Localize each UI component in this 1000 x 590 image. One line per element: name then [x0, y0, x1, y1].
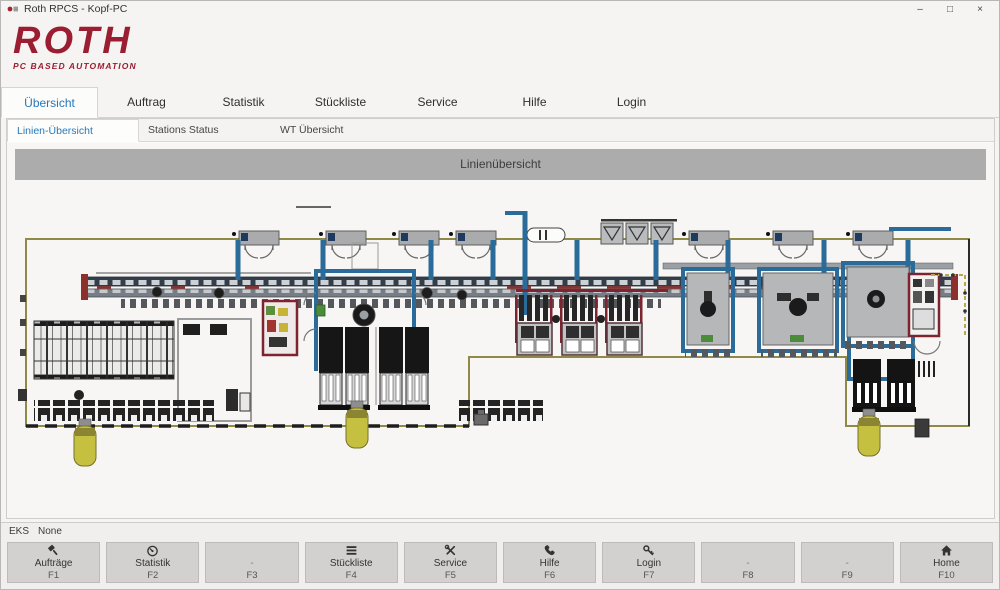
tab-service[interactable]: Service: [389, 88, 486, 117]
auftraege-button[interactable]: Aufträge F1: [7, 542, 100, 583]
list-icon: [345, 544, 358, 557]
function-key-bar: Aufträge F1 Statistik F2 - F3 Stückliste…: [1, 539, 999, 589]
content-panel: Linien-Übersicht (Grafisch) Stations Sta…: [6, 118, 995, 519]
home-icon: [940, 544, 953, 557]
subtab-wt-uebersicht[interactable]: WT Übersicht: [271, 119, 403, 141]
f3-button[interactable]: - F3: [205, 542, 298, 583]
tab-hilfe[interactable]: Hilfe: [486, 88, 583, 117]
title-bar: Roth RPCS - Kopf-PC – □ ×: [1, 1, 999, 17]
tab-login[interactable]: Login: [583, 88, 680, 117]
status-bar: EKS None: [1, 522, 999, 539]
app-window: Roth RPCS - Kopf-PC – □ × ROTH PC BASED …: [0, 0, 1000, 590]
stueckliste-button[interactable]: Stückliste F4: [305, 542, 398, 583]
tab-uebersicht[interactable]: Übersicht: [1, 87, 98, 118]
press-machines: [304, 293, 430, 410]
right-cells: [685, 267, 911, 357]
chute-row: [601, 219, 677, 244]
logo-tagline: PC BASED AUTOMATION: [13, 61, 137, 71]
tab-statistik[interactable]: Statistik: [195, 88, 292, 117]
minimize-icon[interactable]: –: [905, 1, 935, 17]
roth-logo: ROTH PC BASED AUTOMATION: [13, 21, 137, 71]
tools-icon: [444, 544, 457, 557]
phone-icon: [543, 544, 556, 557]
key-icon: [642, 544, 655, 557]
plan-area: Linienübersicht: [7, 143, 994, 518]
logo-text: ROTH: [13, 21, 137, 61]
f8-button[interactable]: - F8: [701, 542, 794, 583]
status-label: EKS: [9, 526, 29, 537]
subtab-stations-status[interactable]: Stations Status: [139, 119, 271, 141]
sub-tab-bar: Linien-Übersicht (Grafisch) Stations Sta…: [7, 119, 994, 142]
tab-stueckliste[interactable]: Stückliste: [292, 88, 389, 117]
left-maroon-cell: [263, 301, 297, 355]
main-tab-bar: Übersicht Auftrag Statistik Stückliste S…: [1, 88, 999, 118]
home-button[interactable]: Home F10: [900, 542, 993, 583]
login-button[interactable]: Login F7: [602, 542, 695, 583]
window-title: Roth RPCS - Kopf-PC: [24, 3, 127, 15]
service-button[interactable]: Service F5: [404, 542, 497, 583]
app-icon: [7, 4, 19, 14]
gauge-icon: [146, 544, 159, 557]
mid-cells: [515, 289, 668, 355]
gavel-icon: [47, 544, 60, 557]
hilfe-button[interactable]: Hilfe F6: [503, 542, 596, 583]
subtab-linien-uebersicht[interactable]: Linien-Übersicht (Grafisch): [7, 119, 139, 142]
f9-button[interactable]: - F9: [801, 542, 894, 583]
status-value: None: [38, 526, 62, 537]
close-icon[interactable]: ×: [965, 1, 995, 17]
maximize-icon[interactable]: □: [935, 1, 965, 17]
statistik-button[interactable]: Statistik F2: [106, 542, 199, 583]
tab-auftrag[interactable]: Auftrag: [98, 88, 195, 117]
floor-plan: [7, 143, 993, 518]
brand-bar: ROTH PC BASED AUTOMATION: [1, 17, 999, 87]
